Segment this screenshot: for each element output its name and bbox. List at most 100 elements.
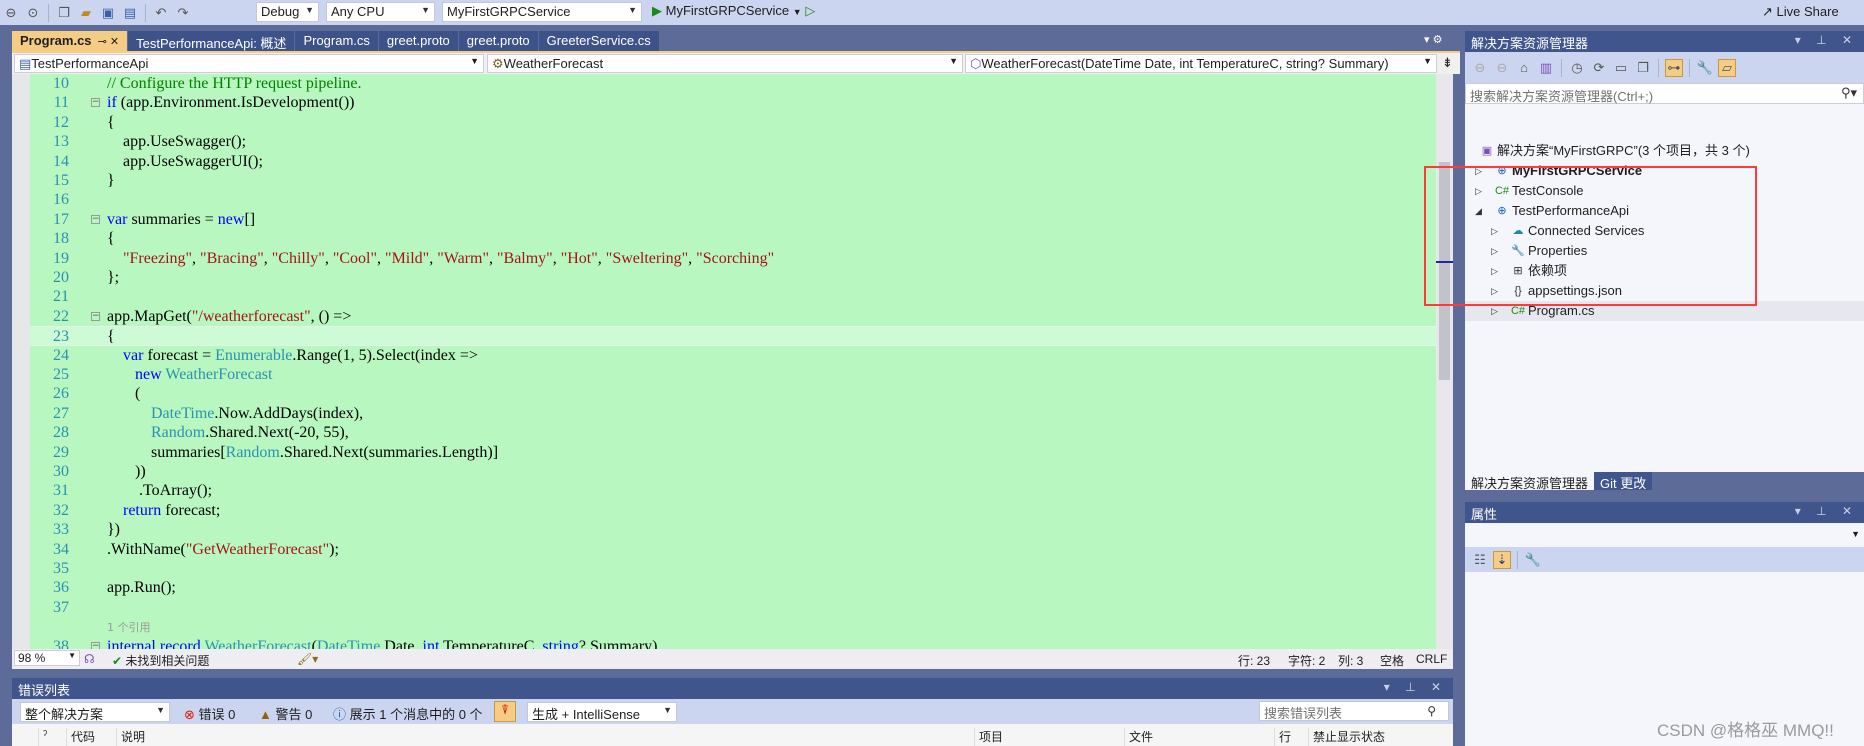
code-line[interactable]: 13 app.UseSwagger(); — [30, 132, 1436, 151]
code-line[interactable]: 12 { — [30, 113, 1436, 132]
save-all-icon[interactable]: ▤ — [121, 5, 139, 21]
save-icon[interactable]: ▣ — [99, 5, 117, 21]
code-line[interactable]: 20}; — [30, 268, 1436, 287]
redo-icon[interactable]: ↷ — [174, 5, 192, 21]
column-description[interactable]: 说明 — [116, 728, 145, 746]
tab-0[interactable]: Program.cs ⊸ ✕ — [12, 31, 129, 51]
code-line[interactable]: 25 new WeatherForecast — [30, 365, 1436, 384]
pending-changes-icon[interactable]: ◷ — [1568, 60, 1586, 76]
tab-2[interactable]: Program.cs — [295, 31, 379, 51]
error-scope-select[interactable]: 整个解决方案 ▼ — [20, 702, 170, 722]
column-icon[interactable]: ˀ — [38, 728, 47, 746]
back-icon[interactable]: ⊖ — [1471, 60, 1489, 76]
code-line[interactable]: 17 − var summaries = new[] — [30, 210, 1436, 229]
collapse-icon[interactable]: − — [91, 214, 100, 224]
collapse-icon[interactable]: − — [91, 641, 100, 649]
code-line[interactable]: 16 — [30, 190, 1436, 209]
pin-icon[interactable]: ⊸ ✕ — [92, 36, 120, 48]
code-line[interactable]: 29 summaries[Random.Shared.Next(summarie… — [30, 443, 1436, 462]
code-editor[interactable]: 10 // Configure the HTTP request pipeline… — [12, 74, 1436, 649]
code-line[interactable]: 36 app.Run(); — [30, 578, 1436, 597]
column-file[interactable]: 文件 — [1124, 728, 1153, 746]
start-debug-button[interactable]: ▶ MyFirstGRPCService ▼ ▷ — [652, 3, 815, 19]
code-line[interactable]: 15} — [30, 171, 1436, 190]
line-ending-indicator[interactable]: CRLF — [1416, 652, 1447, 666]
forward-icon[interactable]: ⊙ — [24, 5, 42, 21]
column-line[interactable]: 行 — [1274, 728, 1291, 746]
property-pages-icon[interactable]: 🔧 — [1524, 552, 1542, 568]
configuration-select[interactable]: Debug ▼ — [256, 2, 319, 22]
column-suppression[interactable]: 禁止显示状态 — [1308, 728, 1385, 746]
messages-filter-button[interactable]: ⓘ 展示 1 个消息中的 0 个 — [333, 704, 483, 723]
indentation-indicator[interactable]: 空格 — [1380, 652, 1404, 669]
code-line[interactable]: 30 )) — [30, 462, 1436, 481]
code-line[interactable]: 37 — [30, 598, 1436, 617]
show-all-files-icon[interactable]: ❐ — [1634, 60, 1652, 76]
tab-5[interactable]: GreeterService.cs — [538, 31, 660, 51]
sync-active-document-icon[interactable]: ⊶ — [1665, 58, 1683, 77]
tab-3[interactable]: greet.proto — [378, 31, 459, 51]
code-line[interactable]: 18 { — [30, 229, 1436, 248]
zoom-select[interactable]: 98 % ▼ — [14, 650, 80, 666]
panel-tab-0[interactable]: 解决方案资源管理器 — [1465, 472, 1595, 491]
project-nav-select[interactable]: ▤TestPerformanceApi ▼ — [14, 54, 484, 73]
tree-item[interactable]: ▣ 解决方案“MyFirstGRPC”(3 个项目，共 3 个) — [1465, 141, 1864, 161]
collapse-icon[interactable]: − — [91, 98, 100, 108]
solution-search-input[interactable]: 搜索解决方案资源管理器(Ctrl+;) ⚲▾ — [1465, 83, 1864, 104]
home-icon[interactable]: ⌂ — [1515, 60, 1533, 75]
new-item-icon[interactable]: ❐ — [55, 5, 73, 21]
alphabetical-sort-icon[interactable]: ⇣ — [1493, 550, 1511, 569]
back-icon[interactable]: ⊖ — [2, 5, 20, 21]
code-line[interactable]: 19 "Freezing", "Bracing", "Chilly", "Coo… — [30, 249, 1436, 268]
switch-views-icon[interactable]: ▥ — [1537, 60, 1555, 76]
undo-icon[interactable]: ↶ — [152, 5, 170, 21]
code-line[interactable]: 26 ( — [30, 384, 1436, 403]
member-nav-select[interactable]: ⬡WeatherForecast(DateTime Date, int Temp… — [965, 54, 1437, 73]
panel-tab-1[interactable]: Git 更改 — [1594, 472, 1653, 491]
codelens-references[interactable]: 1 个引用 — [107, 621, 151, 634]
intellicode-icon[interactable]: ☊ — [84, 652, 95, 666]
code-line[interactable]: 1 个引用 — [30, 617, 1436, 636]
startup-project-select[interactable]: MyFirstGRPCService ▼ — [442, 2, 642, 22]
properties-wrench-icon[interactable]: 🔧 — [1696, 60, 1714, 76]
code-line[interactable]: 38 − internal record WeatherForecast(DateT… — [30, 637, 1436, 649]
column-project[interactable]: 项目 — [974, 728, 1003, 746]
code-line[interactable]: 28 Random.Shared.Next(-20, 55), — [30, 423, 1436, 442]
refresh-icon[interactable]: ⟳ — [1590, 60, 1608, 76]
code-line[interactable]: 23 { — [30, 326, 1436, 346]
tab-overflow-icon[interactable]: ▾ ⚙ — [1424, 33, 1442, 46]
column-code[interactable]: 代码 — [66, 728, 95, 746]
line-indicator[interactable]: 行: 23 — [1238, 652, 1270, 669]
properties-object-select[interactable]: ▼ — [1465, 523, 1864, 547]
code-cleanup-icon[interactable]: 🖌▾ — [297, 652, 318, 666]
platform-select[interactable]: Any CPU ▼ — [326, 2, 435, 22]
collapse-all-icon[interactable]: ▭ — [1612, 60, 1630, 76]
error-search-input[interactable]: 搜索错误列表 ⚲ — [1259, 701, 1449, 721]
filter-icon[interactable]: ⍒ — [494, 701, 516, 722]
open-folder-icon[interactable]: ▰ — [77, 5, 95, 21]
tab-1[interactable]: TestPerformanceApi: 概述 — [128, 31, 296, 51]
code-line[interactable]: 10 // Configure the HTTP request pipeline… — [30, 74, 1436, 93]
categorized-icon[interactable]: ☷ — [1471, 552, 1489, 568]
code-line[interactable]: 24 var forecast = Enumerable.Range(1, 5)… — [30, 346, 1436, 365]
code-line[interactable]: 11 − if (app.Environment.IsDevelopment()) — [30, 93, 1436, 112]
tab-4[interactable]: greet.proto — [458, 31, 539, 51]
window-controls[interactable]: ▾ ⊥ ✕ — [1384, 680, 1447, 694]
error-source-select[interactable]: 生成 + IntelliSense ▼ — [527, 702, 677, 722]
char-indicator[interactable]: 字符: 2 — [1288, 652, 1325, 669]
live-share-button[interactable]: ↗ Live Share — [1762, 4, 1839, 20]
window-controls[interactable]: ▾ ⊥ ✕ — [1795, 504, 1858, 518]
code-line[interactable]: 34 .WithName("GetWeatherForecast"); — [30, 540, 1436, 559]
preview-icon[interactable]: ▱ — [1718, 58, 1736, 77]
code-line[interactable]: 31 .ToArray(); — [30, 481, 1436, 500]
warnings-filter-button[interactable]: ▲ 警告 0 — [259, 704, 312, 723]
code-line[interactable]: 27 DateTime.Now.AddDays(index), — [30, 404, 1436, 423]
issues-indicator[interactable]: ✔ 未找到相关问题 — [112, 652, 209, 669]
code-line[interactable]: 14 app.UseSwaggerUI(); — [30, 152, 1436, 171]
collapse-icon[interactable]: − — [91, 311, 100, 321]
forward-icon[interactable]: ⊖ — [1493, 60, 1511, 76]
code-line[interactable]: 21 — [30, 287, 1436, 306]
errors-filter-button[interactable]: ⊗ 错误 0 — [184, 704, 235, 723]
code-line[interactable]: 33}) — [30, 520, 1436, 539]
column-indicator[interactable]: 列: 3 — [1338, 652, 1363, 669]
